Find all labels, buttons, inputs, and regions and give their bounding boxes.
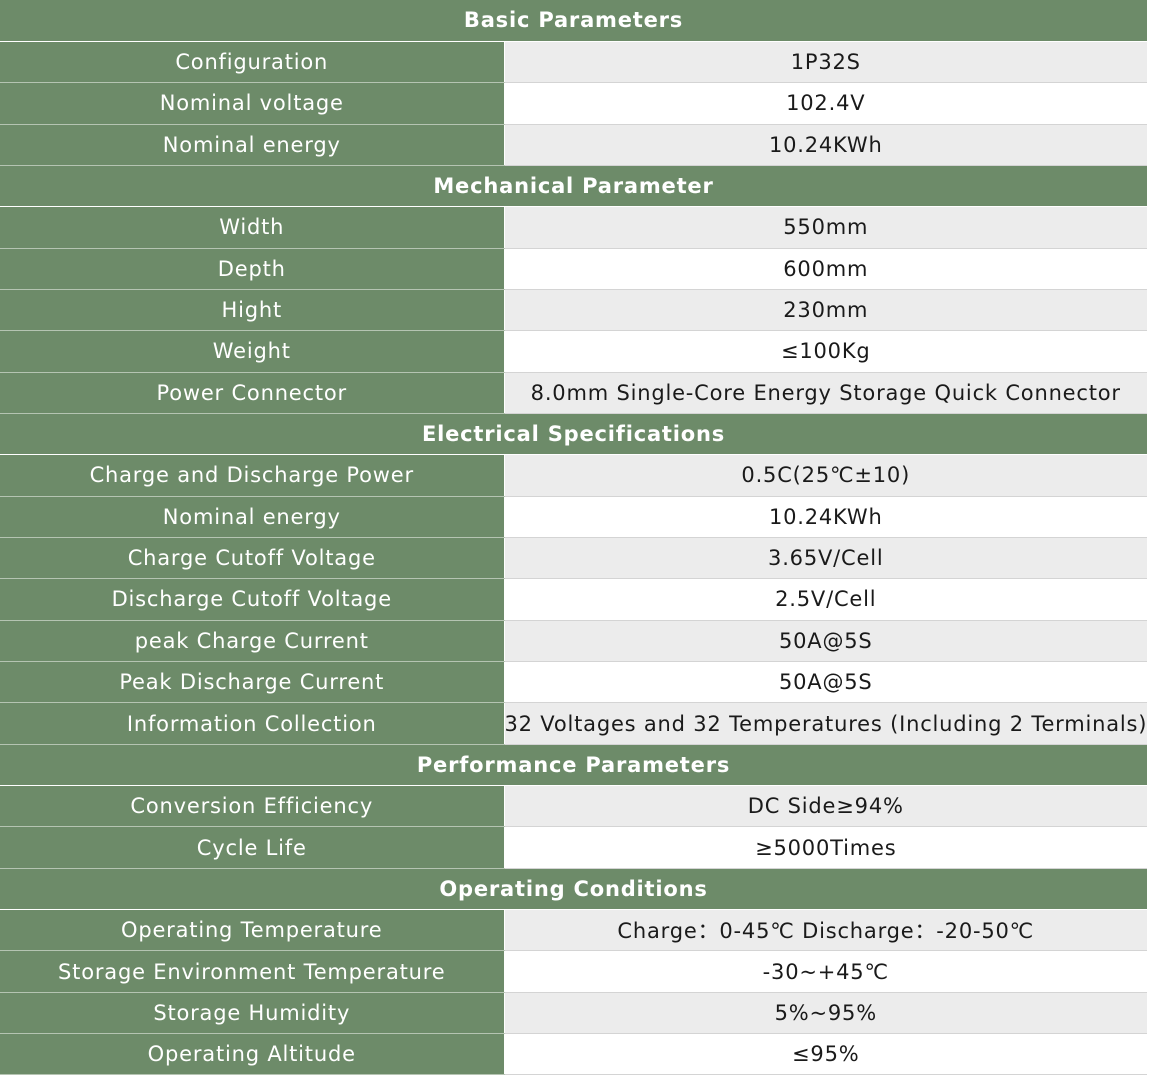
section-header-row: Mechanical Parameter [0, 165, 1148, 208]
section-title: Basic Parameters [0, 0, 1148, 42]
spec-label: Nominal voltage [0, 82, 505, 125]
spec-value: 50A@5S [504, 620, 1148, 663]
spec-row: Charge Cutoff Voltage 3.65V/Cell [0, 537, 1148, 580]
spec-label: Width [0, 206, 505, 249]
spec-label: Cycle Life [0, 826, 505, 869]
section-header-row: Performance Parameters [0, 744, 1148, 787]
spec-label: Peak Discharge Current [0, 661, 505, 704]
spec-label: Configuration [0, 41, 505, 84]
spec-row: Nominal voltage 102.4V [0, 82, 1148, 125]
spec-label: Nominal energy [0, 496, 505, 538]
section-title: Performance Parameters [0, 744, 1148, 787]
section-title: Mechanical Parameter [0, 165, 1148, 208]
spec-row: Nominal energy 10.24KWh [0, 124, 1148, 166]
spec-value: 32 Voltages and 32 Temperatures (Includi… [504, 702, 1148, 745]
spec-value: 50A@5S [504, 661, 1148, 704]
spec-row: Configuration 1P32S [0, 41, 1148, 84]
spec-value: 102.4V [504, 82, 1148, 125]
spec-label: Weight [0, 330, 505, 373]
spec-value: 600mm [504, 248, 1148, 290]
spec-label: Information Collection [0, 702, 505, 745]
spec-row: Hight 230mm [0, 289, 1148, 332]
section-header-row: Basic Parameters [0, 0, 1148, 42]
spec-value: ≤95% [504, 1033, 1148, 1076]
spec-value: ≤100Kg [504, 330, 1148, 373]
spec-label: Hight [0, 289, 505, 332]
spec-table-body: Basic Parameters Configuration 1P32S Nom… [0, 0, 1148, 1076]
section-title: Electrical Specifications [0, 413, 1148, 456]
spec-value: Charge：0-45℃ Discharge：-20-50℃ [504, 909, 1148, 952]
spec-row: Charge and Discharge Power 0.5C(25℃±10) [0, 454, 1148, 497]
spec-value: 2.5V/Cell [504, 578, 1148, 621]
spec-row: Conversion Efficiency DC Side≥94% [0, 785, 1148, 828]
spec-label: Storage Environment Temperature [0, 950, 505, 993]
spec-row: Cycle Life ≥5000Times [0, 826, 1148, 869]
spec-label: Storage Humidity [0, 992, 505, 1035]
section-header-row: Electrical Specifications [0, 413, 1148, 456]
spec-value: 5%~95% [504, 992, 1148, 1035]
spec-value: -30~+45℃ [504, 950, 1148, 993]
spec-row: Operating Altitude ≤95% [0, 1033, 1148, 1076]
spec-value: 550mm [504, 206, 1148, 249]
spec-label: Discharge Cutoff Voltage [0, 578, 505, 621]
spec-row: Storage Humidity 5%~95% [0, 992, 1148, 1035]
spec-row: Nominal energy 10.24KWh [0, 496, 1148, 538]
spec-label: Depth [0, 248, 505, 290]
spec-value: DC Side≥94% [504, 785, 1148, 828]
spec-label: Charge and Discharge Power [0, 454, 505, 497]
spec-label: Conversion Efficiency [0, 785, 505, 828]
spec-value: 230mm [504, 289, 1148, 332]
spec-row: Discharge Cutoff Voltage 2.5V/Cell [0, 578, 1148, 621]
spec-label: Nominal energy [0, 124, 505, 166]
spec-row: Depth 600mm [0, 248, 1148, 290]
spec-row: Weight ≤100Kg [0, 330, 1148, 373]
spec-row: Operating Temperature Charge：0-45℃ Disch… [0, 909, 1148, 952]
spec-row: Information Collection 32 Voltages and 3… [0, 702, 1148, 745]
spec-label: Operating Temperature [0, 909, 505, 952]
spec-row: Storage Environment Temperature -30~+45℃ [0, 950, 1148, 993]
spec-value: 10.24KWh [504, 496, 1148, 538]
spec-value: ≥5000Times [504, 826, 1148, 869]
spec-row: peak Charge Current 50A@5S [0, 620, 1148, 663]
spec-row: Power Connector 8.0mm Single-Core Energy… [0, 372, 1148, 414]
spec-label: Power Connector [0, 372, 505, 414]
spec-value: 0.5C(25℃±10) [504, 454, 1148, 497]
spec-row: Width 550mm [0, 206, 1148, 249]
section-header-row: Operating Conditions [0, 868, 1148, 911]
spec-label: peak Charge Current [0, 620, 505, 663]
spec-table: Basic Parameters Configuration 1P32S Nom… [0, 0, 1148, 1076]
spec-row: Peak Discharge Current 50A@5S [0, 661, 1148, 704]
spec-label: Charge Cutoff Voltage [0, 537, 505, 580]
spec-value: 1P32S [504, 41, 1148, 84]
spec-value: 8.0mm Single-Core Energy Storage Quick C… [504, 372, 1148, 414]
spec-value: 10.24KWh [504, 124, 1148, 166]
spec-label: Operating Altitude [0, 1033, 505, 1076]
section-title: Operating Conditions [0, 868, 1148, 911]
spec-value: 3.65V/Cell [504, 537, 1148, 580]
